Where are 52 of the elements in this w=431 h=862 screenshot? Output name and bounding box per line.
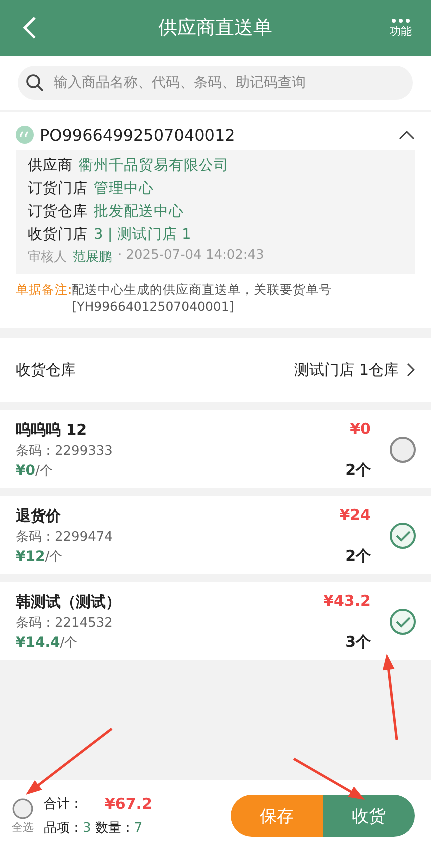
total-label: 合计：: [44, 796, 83, 813]
field-value: 3 | 测试门店 1: [94, 226, 192, 244]
note-text: 配送中心生成的供应商直送单，关联要货单号[YH99664012507040001]: [72, 282, 332, 314]
field-label: 订货门店: [28, 180, 88, 198]
search-field[interactable]: 输入商品名称、代码、条码、助记码查询: [18, 66, 413, 100]
note-label: 单据备注:: [16, 282, 72, 299]
product-barcode: 条码：2214532: [16, 614, 114, 632]
order-number: PO99664992507040012: [40, 126, 236, 144]
more-icon: [391, 18, 411, 24]
menu-button[interactable]: 功能: [381, 18, 421, 38]
quantity: 2个: [346, 461, 371, 480]
field-label: 供应商: [28, 156, 73, 175]
back-icon[interactable]: [23, 16, 37, 40]
unit-price: ¥14.4/个: [16, 634, 79, 652]
page-title: 供应商直送单: [158, 16, 272, 41]
summary-text: 品项：3 数量：7: [44, 821, 143, 836]
field-value: 批发配送中心: [94, 202, 184, 221]
product-name: 呜呜呜 12: [16, 420, 88, 440]
product-card[interactable]: 韩测试（测试） 条码：2214532 ¥14.4/个 ¥43.2 3个: [0, 582, 431, 660]
collapse-icon[interactable]: [399, 130, 415, 140]
reviewer-name: 范展鹏: [73, 249, 112, 266]
field-value: 衢州千品贸易有限公司: [79, 157, 229, 175]
field-value: 管理中心: [94, 180, 154, 198]
checked-circle-icon[interactable]: [389, 608, 417, 636]
product-name: 韩测试（测试）: [16, 592, 122, 612]
receive-button[interactable]: 收货: [323, 795, 415, 837]
unchecked-circle-icon[interactable]: [12, 798, 34, 820]
quantity: 2个: [346, 547, 371, 566]
quantity: 3个: [346, 633, 371, 652]
total-amount: ¥67.2: [105, 795, 152, 813]
unit-price: ¥0/个: [16, 462, 54, 480]
annotation-arrow: [293, 758, 365, 800]
chevron-right-icon: [407, 363, 415, 377]
line-total: ¥24: [340, 506, 371, 524]
select-all-checkbox[interactable]: 全选: [12, 798, 34, 834]
product-barcode: 条码：2299333: [16, 442, 114, 460]
product-card[interactable]: 呜呜呜 12 条码：2299333 ¥0/个 ¥0 2个: [0, 410, 431, 488]
line-total: ¥43.2: [324, 592, 371, 610]
reviewer-label: 审核人: [28, 249, 67, 266]
line-total: ¥0: [350, 420, 371, 438]
unit-price: ¥12/个: [16, 548, 64, 566]
product-barcode: 条码：2299474: [16, 528, 114, 546]
checked-circle-icon[interactable]: [389, 522, 417, 550]
product-name: 退货价: [16, 506, 62, 526]
review-time: · 2025-07-04 14:02:43: [118, 248, 264, 265]
unchecked-circle-icon[interactable]: [389, 436, 417, 464]
product-card[interactable]: 退货价 条码：2299474 ¥12/个 ¥24 2个: [0, 496, 431, 574]
field-label: 收货门店: [28, 226, 88, 244]
field-label: 订货仓库: [28, 202, 88, 221]
warehouse-row[interactable]: 收货仓库 测试门店 1仓库: [0, 338, 431, 402]
search-icon: [26, 74, 44, 92]
quote-icon: [16, 126, 34, 144]
